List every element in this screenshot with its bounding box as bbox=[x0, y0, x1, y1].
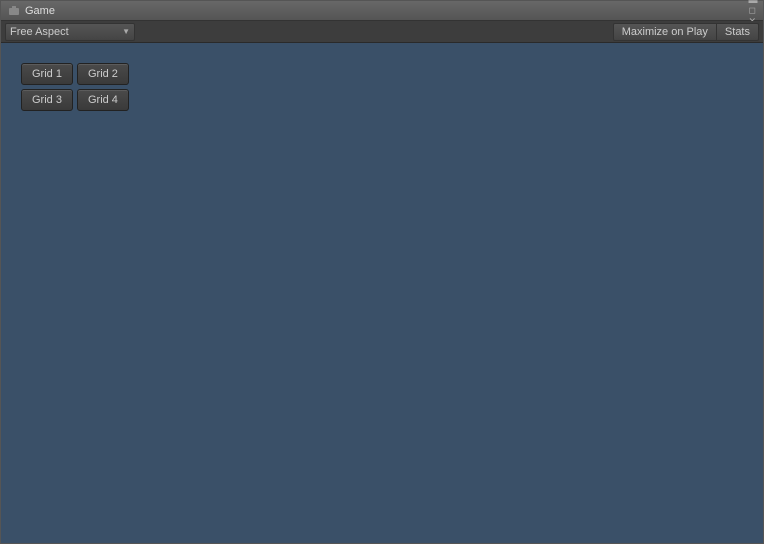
aspect-dropdown[interactable]: Free Aspect ▼ bbox=[5, 23, 135, 41]
chevron-down-icon: ▼ bbox=[122, 27, 130, 36]
game-view: Grid 1 Grid 2 Grid 3 Grid 4 bbox=[1, 43, 763, 543]
game-window: Game ▬ ◻ ✕ Free Aspect ▼ Maximize on Pla… bbox=[0, 0, 764, 544]
grid-1-button[interactable]: Grid 1 bbox=[21, 63, 73, 85]
window-controls: ▬ ◻ ✕ bbox=[749, 7, 757, 15]
grid-2-button[interactable]: Grid 2 bbox=[77, 63, 129, 85]
grid-4-button[interactable]: Grid 4 bbox=[77, 89, 129, 111]
stats-button[interactable]: Stats bbox=[717, 23, 759, 41]
toolbar-right: Maximize on Play Stats bbox=[613, 23, 759, 41]
title-bar-controls: ▬ ◻ ✕ bbox=[749, 7, 757, 15]
title-bar: Game ▬ ◻ ✕ bbox=[1, 1, 763, 21]
aspect-label: Free Aspect bbox=[10, 26, 69, 38]
toolbar: Free Aspect ▼ Maximize on Play Stats bbox=[1, 21, 763, 43]
grid-3-button[interactable]: Grid 3 bbox=[21, 89, 73, 111]
maximize-on-play-button[interactable]: Maximize on Play bbox=[613, 23, 717, 41]
grid-buttons: Grid 1 Grid 2 Grid 3 Grid 4 bbox=[21, 63, 129, 111]
window-title: Game bbox=[25, 5, 749, 17]
game-icon bbox=[7, 4, 21, 18]
